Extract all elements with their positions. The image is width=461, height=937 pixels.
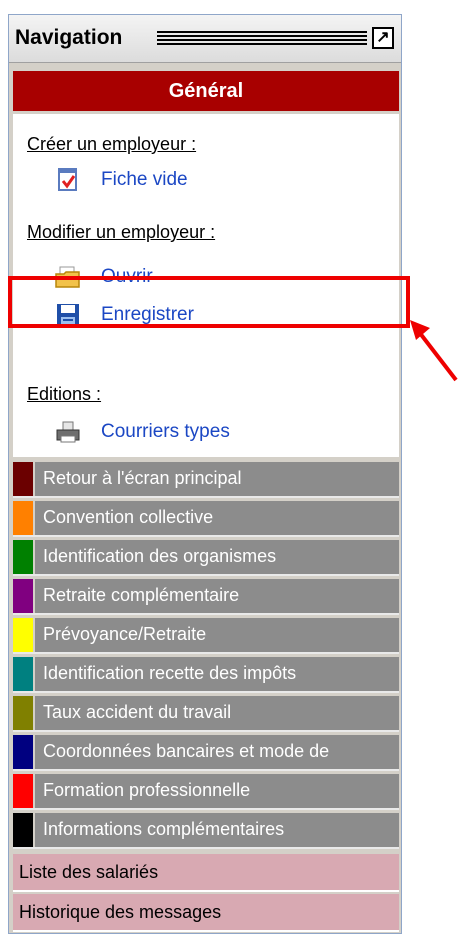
nav-item-label: Convention collective xyxy=(43,507,214,527)
template-letters-label: Courriers types xyxy=(101,421,230,442)
highlight-box xyxy=(8,276,410,328)
nav-item-label: Retour à l'écran principal xyxy=(43,468,242,488)
nav-item-color-swatch xyxy=(13,657,35,691)
general-section-header[interactable]: Général xyxy=(13,71,399,111)
editions-label: Editions : xyxy=(27,384,102,404)
nav-item-color-swatch xyxy=(13,579,35,613)
nav-item-color-swatch xyxy=(13,501,35,535)
nav-item-label: Identification des organismes xyxy=(43,546,277,566)
printer-icon xyxy=(55,419,81,445)
nav-item-label: Identification recette des impôts xyxy=(43,663,297,683)
panel-title: Navigation xyxy=(15,26,123,49)
bottom-nav-item-label: Liste des salariés xyxy=(19,862,159,882)
blank-form-link[interactable]: Fiche vide xyxy=(55,164,188,196)
nav-item[interactable]: Prévoyance/Retraite xyxy=(13,618,399,654)
blank-form-label: Fiche vide xyxy=(101,169,188,190)
nav-item-label: Prévoyance/Retraite xyxy=(43,624,207,644)
modify-employer-label: Modifier un employeur : xyxy=(27,222,216,242)
bottom-nav-item-label: Historique des messages xyxy=(19,902,222,922)
nav-item-color-swatch xyxy=(13,462,35,496)
blank-form-icon xyxy=(55,167,81,193)
nav-item-label: Formation professionnelle xyxy=(43,780,251,800)
nav-item[interactable]: Retraite complémentaire xyxy=(13,579,399,615)
nav-item[interactable]: Convention collective xyxy=(13,501,399,537)
nav-item[interactable]: Taux accident du travail xyxy=(13,696,399,732)
nav-item[interactable]: Identification recette des impôts xyxy=(13,657,399,693)
nav-item-label: Taux accident du travail xyxy=(43,702,232,722)
nav-item-color-swatch xyxy=(13,540,35,574)
nav-item-color-swatch xyxy=(13,735,35,769)
pointer-arrow-icon xyxy=(410,320,458,382)
bottom-nav-item[interactable]: Liste des salariés xyxy=(13,854,399,892)
nav-item-color-swatch xyxy=(13,618,35,652)
nav-item-color-swatch xyxy=(13,696,35,730)
nav-item[interactable]: Informations complémentaires xyxy=(13,813,399,849)
create-employer-label: Créer un employeur : xyxy=(27,134,197,154)
bottom-nav-item[interactable]: Historique des messages xyxy=(13,894,399,932)
pin-icon[interactable]: ↗ xyxy=(372,27,394,49)
nav-item[interactable]: Coordonnées bancaires et mode de xyxy=(13,735,399,771)
drag-grip-icon[interactable] xyxy=(157,31,367,47)
nav-item[interactable]: Identification des organismes xyxy=(13,540,399,576)
navigation-panel: Navigation ↗ Général Créer un employeur … xyxy=(8,14,402,934)
nav-item-label: Coordonnées bancaires et mode de xyxy=(43,741,330,761)
nav-item-label: Retraite complémentaire xyxy=(43,585,240,605)
template-letters-link[interactable]: Courriers types xyxy=(55,416,230,448)
nav-item[interactable]: Retour à l'écran principal xyxy=(13,462,399,498)
nav-item-color-swatch xyxy=(13,774,35,808)
nav-item-label: Informations complémentaires xyxy=(43,819,285,839)
nav-item[interactable]: Formation professionnelle xyxy=(13,774,399,810)
nav-item-color-swatch xyxy=(13,813,35,847)
panel-titlebar[interactable]: Navigation ↗ xyxy=(9,15,401,63)
